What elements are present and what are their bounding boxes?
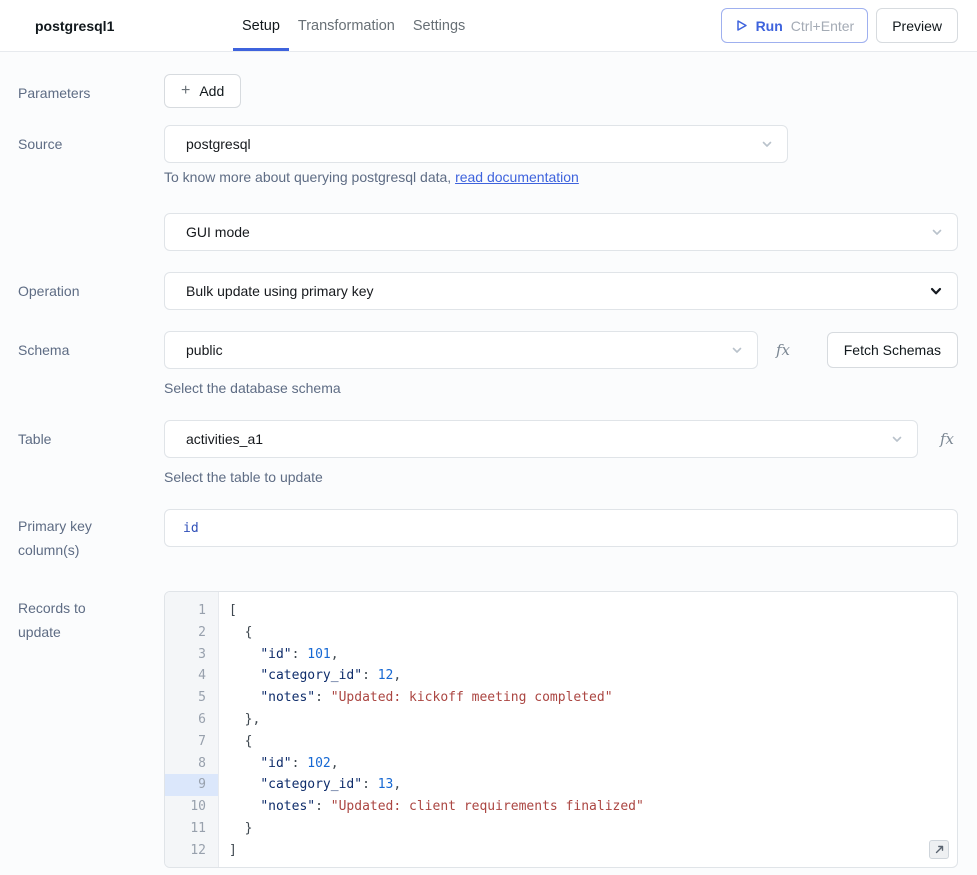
expand-icon — [934, 844, 945, 855]
mode-select-value: GUI mode — [186, 224, 250, 240]
row-operation: Operation Bulk update using primary key — [18, 272, 958, 310]
tab-setup[interactable]: Setup — [233, 0, 289, 51]
run-shortcut: Ctrl+Enter — [791, 18, 854, 34]
tab-settings[interactable]: Settings — [404, 0, 474, 51]
code-line: "id": 102, — [229, 753, 957, 775]
schema-help: Select the database schema — [164, 380, 958, 396]
table-help: Select the table to update — [164, 469, 958, 485]
chevron-down-icon — [891, 433, 903, 445]
header-tabs: Setup Transformation Settings — [233, 0, 474, 51]
records-label: Records to update — [18, 591, 164, 644]
line-number: 4 — [165, 665, 218, 687]
setup-panel: Parameters + Add Source postgresql To — [0, 52, 977, 868]
read-documentation-link[interactable]: read documentation — [455, 169, 579, 185]
primary-key-label: Primary key column(s) — [18, 509, 164, 562]
query-editor: postgresql1 Setup Transformation Setting… — [0, 0, 977, 868]
source-help: To know more about querying postgresql d… — [164, 169, 958, 185]
primary-key-input[interactable] — [164, 509, 958, 547]
chevron-down-icon — [931, 226, 943, 238]
table-select-value: activities_a1 — [186, 431, 263, 447]
mode-select[interactable]: GUI mode — [164, 213, 958, 251]
expand-editor-button[interactable] — [929, 840, 949, 859]
line-number: 3 — [165, 644, 218, 666]
code-line: "id": 101, — [229, 644, 957, 666]
play-icon — [735, 19, 748, 32]
schema-select[interactable]: public — [164, 331, 758, 369]
line-number: 10 — [165, 796, 218, 818]
add-parameter-button[interactable]: + Add — [164, 74, 241, 108]
row-records: Records to update 123456789101112 [ { "i… — [18, 591, 958, 868]
query-header: postgresql1 Setup Transformation Setting… — [0, 0, 977, 52]
chevron-down-icon — [929, 284, 943, 298]
row-primary-key: Primary key column(s) — [18, 509, 958, 562]
schema-select-value: public — [186, 342, 223, 358]
line-number: 8 — [165, 753, 218, 775]
line-number: 7 — [165, 731, 218, 753]
code-line: "notes": "Updated: kickoff meeting compl… — [229, 687, 957, 709]
operation-select-value: Bulk update using primary key — [186, 283, 374, 299]
line-numbers-gutter: 123456789101112 — [165, 592, 219, 867]
code-line: "category_id": 13, — [229, 774, 957, 796]
run-label: Run — [756, 18, 783, 34]
line-number: 9 — [165, 774, 218, 796]
code-line: }, — [229, 709, 957, 731]
source-help-text: To know more about querying postgresql d… — [164, 169, 455, 185]
run-button[interactable]: Run Ctrl+Enter — [721, 8, 869, 43]
row-source: Source postgresql To know more about que… — [18, 125, 958, 251]
source-label: Source — [18, 125, 164, 154]
code-line: "notes": "Updated: client requirements f… — [229, 796, 957, 818]
line-number: 5 — [165, 687, 218, 709]
operation-label: Operation — [18, 272, 164, 301]
code-line: { — [229, 731, 957, 753]
fx-toggle[interactable]: fx — [776, 341, 790, 359]
plus-icon: + — [181, 83, 190, 99]
code-area: [ { "id": 101, "category_id": 12, "notes… — [219, 592, 957, 867]
table-select[interactable]: activities_a1 — [164, 420, 918, 458]
schema-label: Schema — [18, 331, 164, 360]
code-line: [ — [229, 600, 957, 622]
parameters-label: Parameters — [18, 74, 164, 103]
row-schema: Schema public fx Fetch Schemas Select th… — [18, 331, 958, 396]
operation-select[interactable]: Bulk update using primary key — [164, 272, 958, 310]
tab-transformation[interactable]: Transformation — [289, 0, 404, 51]
chevron-down-icon — [731, 344, 743, 356]
code-line: ] — [229, 840, 957, 862]
header-actions: Run Ctrl+Enter Preview — [721, 8, 958, 43]
add-label: Add — [199, 83, 224, 99]
fx-toggle[interactable]: fx — [940, 430, 954, 448]
chevron-down-icon — [761, 138, 773, 150]
line-number: 2 — [165, 622, 218, 644]
row-table: Table activities_a1 fx Select the table … — [18, 420, 958, 485]
table-label: Table — [18, 420, 164, 449]
source-select-value: postgresql — [186, 136, 251, 152]
records-code-editor[interactable]: 123456789101112 [ { "id": 101, "category… — [164, 591, 958, 868]
line-number: 12 — [165, 840, 218, 862]
code-line: { — [229, 622, 957, 644]
code-line: "category_id": 12, — [229, 665, 957, 687]
line-number: 1 — [165, 600, 218, 622]
query-name[interactable]: postgresql1 — [35, 0, 233, 51]
line-number: 6 — [165, 709, 218, 731]
fetch-schemas-button[interactable]: Fetch Schemas — [827, 332, 958, 368]
row-parameters: Parameters + Add — [18, 74, 958, 108]
preview-button[interactable]: Preview — [876, 8, 958, 43]
line-number: 11 — [165, 818, 218, 840]
code-line: } — [229, 818, 957, 840]
source-select[interactable]: postgresql — [164, 125, 788, 163]
